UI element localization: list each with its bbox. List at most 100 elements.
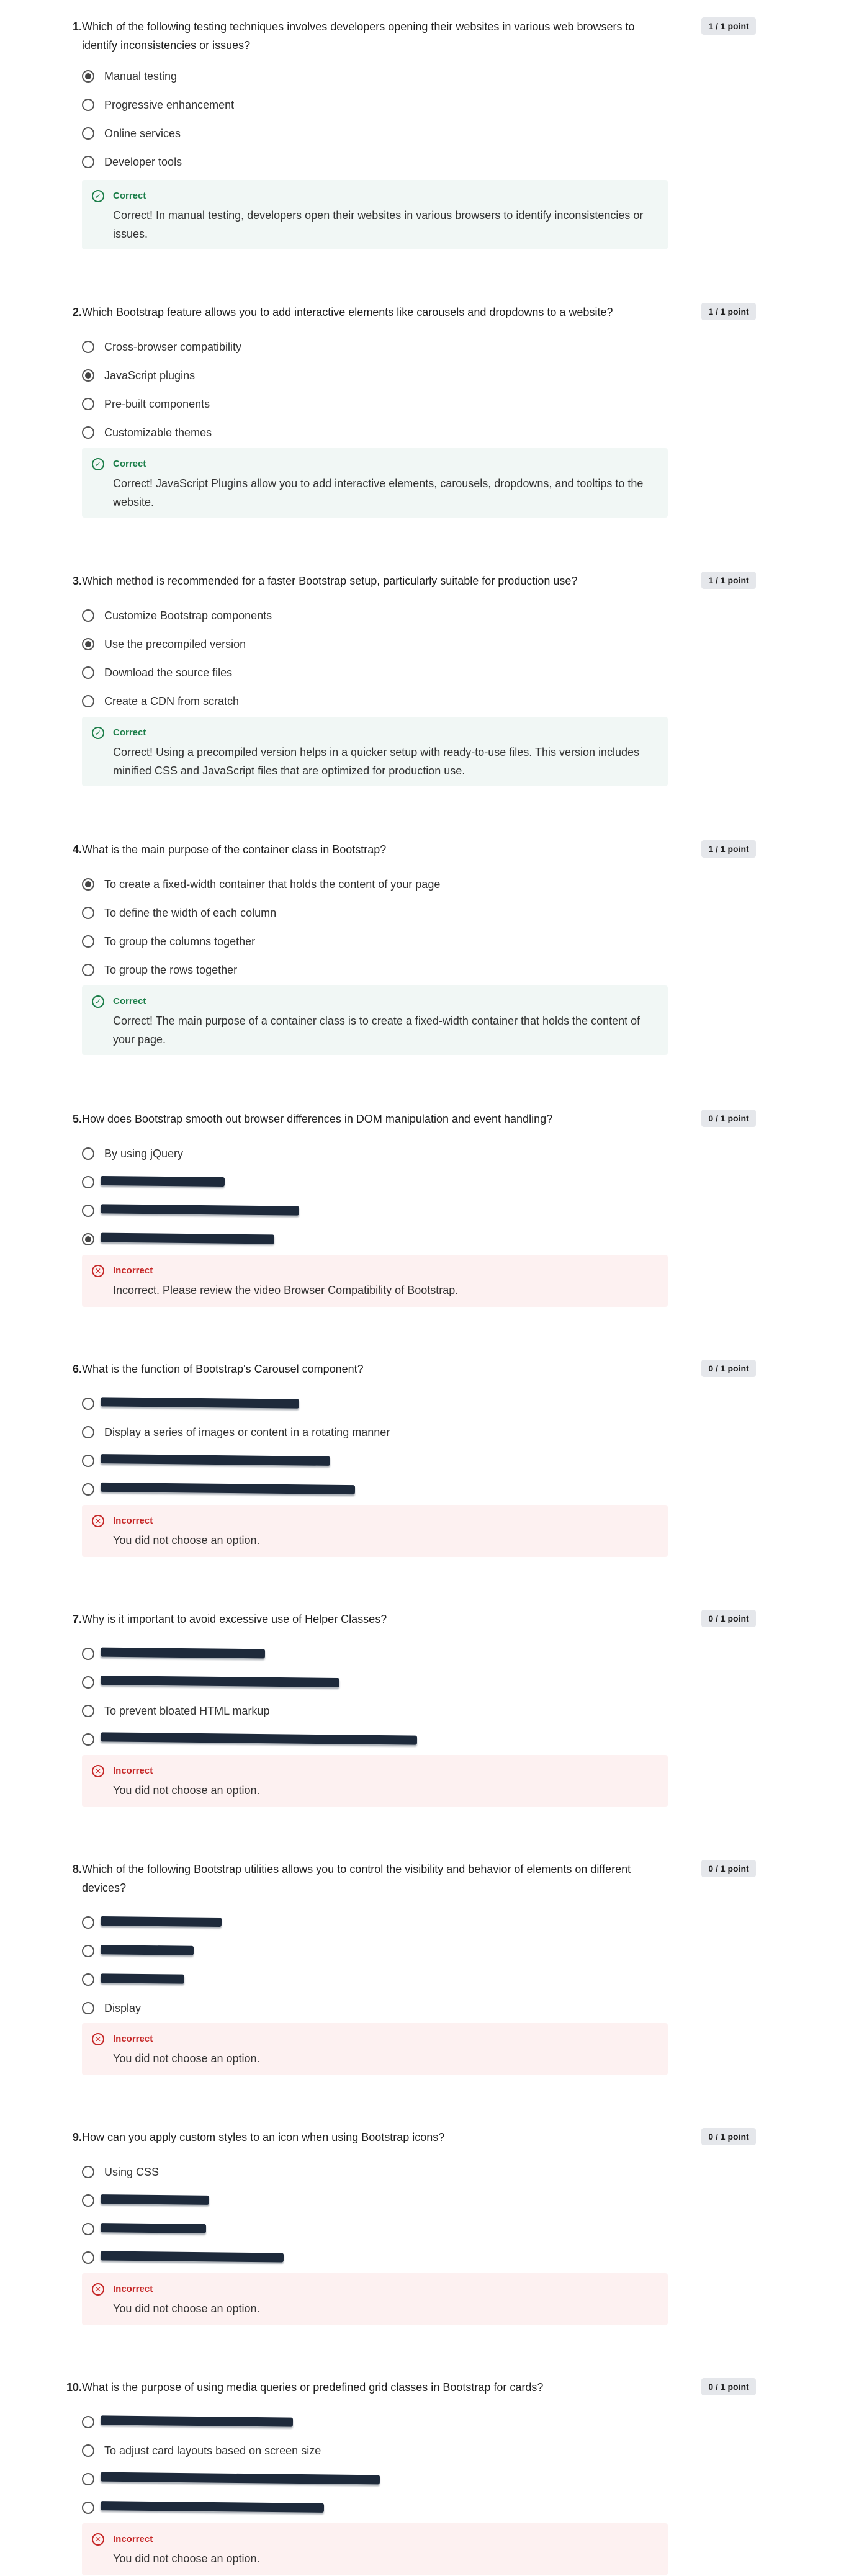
- radio-button[interactable]: [82, 156, 94, 168]
- radio-button[interactable]: [82, 666, 94, 679]
- answer-option[interactable]: [82, 1640, 269, 1668]
- answer-option[interactable]: Using CSS: [82, 2158, 159, 2186]
- answer-option[interactable]: To adjust card layouts based on screen s…: [82, 2436, 321, 2465]
- radio-selected[interactable]: [82, 638, 94, 650]
- radio-button[interactable]: [82, 1426, 94, 1438]
- answer-option[interactable]: Progressive enhancement: [82, 91, 234, 119]
- radio-button[interactable]: [82, 2194, 94, 2207]
- answer-option[interactable]: Developer tools: [82, 148, 234, 176]
- radio-button[interactable]: [82, 2166, 94, 2178]
- answer-option[interactable]: [82, 2465, 380, 2493]
- answer-option[interactable]: Manual testing: [82, 62, 234, 91]
- question-number: 9.: [72, 2131, 82, 2143]
- answer-option[interactable]: Cross-browser compatibility: [82, 333, 241, 361]
- answer-option[interactable]: Use the precompiled version: [82, 630, 272, 658]
- answer-option[interactable]: [82, 2215, 207, 2243]
- radio-button[interactable]: [82, 426, 94, 439]
- radio-button[interactable]: [82, 341, 94, 353]
- radio-button[interactable]: [82, 1648, 94, 1660]
- answer-option[interactable]: [82, 1725, 418, 1754]
- answer-option[interactable]: To prevent bloated HTML markup: [82, 1697, 269, 1725]
- radio-button[interactable]: [82, 2223, 94, 2235]
- answer-option[interactable]: [82, 1225, 275, 1254]
- radio-button[interactable]: [82, 1676, 94, 1689]
- radio-button[interactable]: [82, 1398, 94, 1410]
- answer-option[interactable]: Customize Bootstrap components: [82, 601, 272, 630]
- answer-option[interactable]: To define the width of each column: [82, 899, 440, 927]
- answer-option[interactable]: Display a series of images or content in…: [82, 1418, 390, 1447]
- answer-option[interactable]: [82, 2493, 325, 2522]
- answer-option[interactable]: [82, 1389, 390, 1418]
- x-circle-icon: ✕: [92, 2283, 104, 2296]
- answer-option[interactable]: [82, 1908, 222, 1937]
- answer-option[interactable]: [82, 2408, 321, 2436]
- radio-button[interactable]: [82, 609, 94, 622]
- feedback-status: Incorrect: [113, 1515, 153, 1526]
- option-label: Use the precompiled version: [104, 637, 246, 650]
- question-text: Which method is recommended for a faster…: [82, 575, 578, 587]
- radio-button[interactable]: [82, 695, 94, 707]
- radio-button[interactable]: [82, 1455, 94, 1467]
- redacted-text: [100, 2194, 210, 2205]
- radio-button[interactable]: [82, 964, 94, 976]
- answer-option[interactable]: To group the rows together: [82, 956, 440, 984]
- answer-option[interactable]: By using jQuery: [82, 1139, 183, 1168]
- answer-option[interactable]: [82, 2186, 210, 2215]
- x-circle-icon: ✕: [92, 1265, 104, 1277]
- answer-option[interactable]: Download the source files: [82, 658, 272, 687]
- radio-selected[interactable]: [82, 1233, 94, 1245]
- feedback-text: You did not choose an option.: [113, 2302, 260, 2315]
- radio-selected[interactable]: [82, 369, 94, 382]
- radio-selected[interactable]: [82, 878, 94, 891]
- answer-option[interactable]: [82, 2243, 284, 2272]
- check-circle-icon: ✓: [92, 727, 104, 739]
- answer-option[interactable]: [82, 1965, 185, 1994]
- radio-button[interactable]: [82, 1916, 94, 1929]
- radio-button[interactable]: [82, 2002, 94, 2014]
- redacted-text: [100, 2223, 207, 2233]
- answer-option[interactable]: [82, 1937, 194, 1965]
- radio-button[interactable]: [82, 1483, 94, 1496]
- redacted-text: [100, 2251, 284, 2263]
- answer-option[interactable]: Create a CDN from scratch: [82, 687, 272, 716]
- radio-button[interactable]: [82, 99, 94, 111]
- answer-option[interactable]: To create a fixed-width container that h…: [82, 870, 440, 899]
- radio-button[interactable]: [82, 2502, 94, 2514]
- answer-option[interactable]: [82, 1668, 340, 1697]
- radio-button[interactable]: [82, 2416, 94, 2428]
- option-label: Create a CDN from scratch: [104, 694, 240, 707]
- radio-button[interactable]: [82, 2473, 94, 2485]
- redacted-text: [100, 1175, 225, 1187]
- radio-button[interactable]: [82, 127, 94, 140]
- radio-button[interactable]: [82, 1176, 94, 1188]
- radio-button[interactable]: [82, 1945, 94, 1957]
- answer-option[interactable]: Online services: [82, 119, 234, 148]
- radio-button[interactable]: [82, 1973, 94, 1986]
- answer-option[interactable]: [82, 1168, 225, 1196]
- answer-option[interactable]: Display: [82, 1994, 141, 2022]
- radio-button[interactable]: [82, 1705, 94, 1717]
- radio-button[interactable]: [82, 2251, 94, 2264]
- radio-button[interactable]: [82, 2444, 94, 2457]
- radio-button[interactable]: [82, 935, 94, 948]
- feedback-box: ✓ Correct Correct! In manual testing, deve…: [82, 180, 668, 249]
- answer-option[interactable]: [82, 1475, 390, 1504]
- redacted-text: [100, 1916, 222, 1928]
- redacted-text: [100, 1232, 275, 1244]
- answer-option[interactable]: JavaScript plugins: [82, 361, 241, 390]
- radio-selected[interactable]: [82, 70, 94, 83]
- score-badge: 1 / 1 point: [701, 572, 756, 589]
- question-text: How can you apply custom styles to an ic…: [82, 2131, 445, 2143]
- radio-button[interactable]: [82, 398, 94, 410]
- answer-option[interactable]: Pre-built components: [82, 390, 241, 418]
- answer-option[interactable]: [82, 1447, 390, 1475]
- radio-button[interactable]: [82, 1147, 94, 1160]
- radio-button[interactable]: [82, 907, 94, 919]
- question-number: 2.: [72, 306, 82, 318]
- radio-button[interactable]: [82, 1733, 94, 1746]
- radio-button[interactable]: [82, 1205, 94, 1217]
- answer-option[interactable]: To group the columns together: [82, 927, 440, 956]
- answer-option[interactable]: [82, 1196, 300, 1225]
- x-circle-icon: ✕: [92, 2033, 104, 2045]
- answer-option[interactable]: Customizable themes: [82, 418, 241, 447]
